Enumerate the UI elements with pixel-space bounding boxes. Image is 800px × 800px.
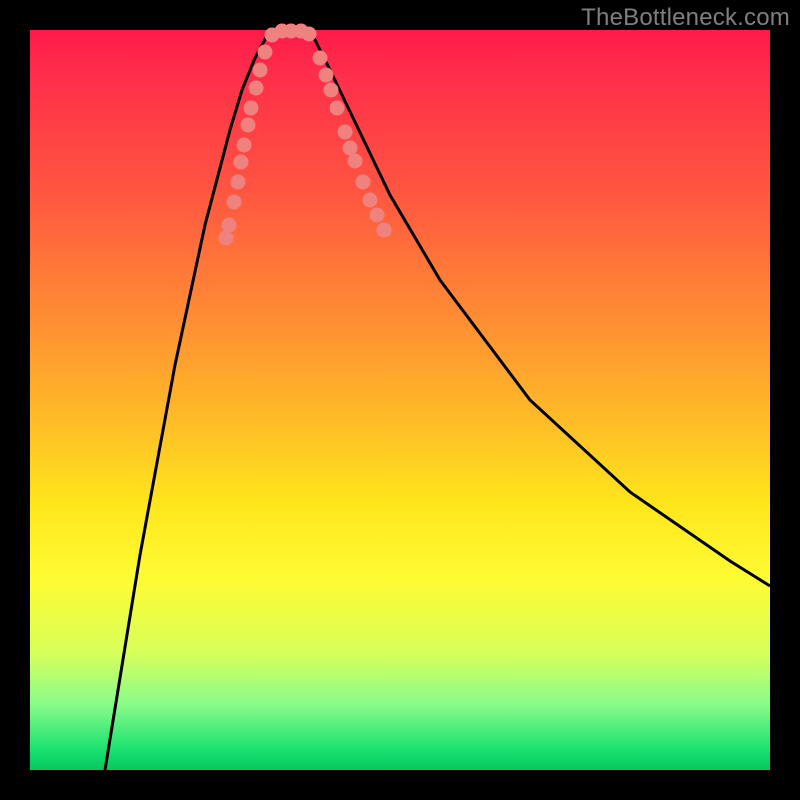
data-dot <box>234 155 249 170</box>
data-dot <box>343 141 358 156</box>
data-dot <box>356 175 371 190</box>
data-dot <box>241 118 256 133</box>
curve-layer <box>30 30 770 770</box>
data-dot <box>370 208 385 223</box>
data-dot <box>227 195 242 210</box>
data-dot <box>324 83 339 98</box>
data-dot <box>348 154 363 169</box>
data-dot <box>377 223 392 238</box>
chart-stage: TheBottleneck.com <box>0 0 800 800</box>
data-dot <box>319 68 334 83</box>
data-dot <box>313 51 328 66</box>
data-dot <box>330 101 345 116</box>
data-dot <box>253 63 268 78</box>
watermark-text: TheBottleneck.com <box>581 4 790 32</box>
data-dot <box>222 218 237 233</box>
data-dot <box>338 125 353 140</box>
data-dot <box>219 231 234 246</box>
dots-bottom <box>265 24 317 43</box>
curve-right <box>310 30 770 586</box>
plot-area <box>30 30 770 770</box>
data-dot <box>249 81 264 96</box>
data-dot <box>363 193 378 208</box>
data-dot <box>231 175 246 190</box>
data-dot <box>237 138 252 153</box>
data-dot <box>302 27 317 42</box>
dots-right <box>313 51 392 238</box>
data-dot <box>258 45 273 60</box>
data-dot <box>244 101 259 116</box>
